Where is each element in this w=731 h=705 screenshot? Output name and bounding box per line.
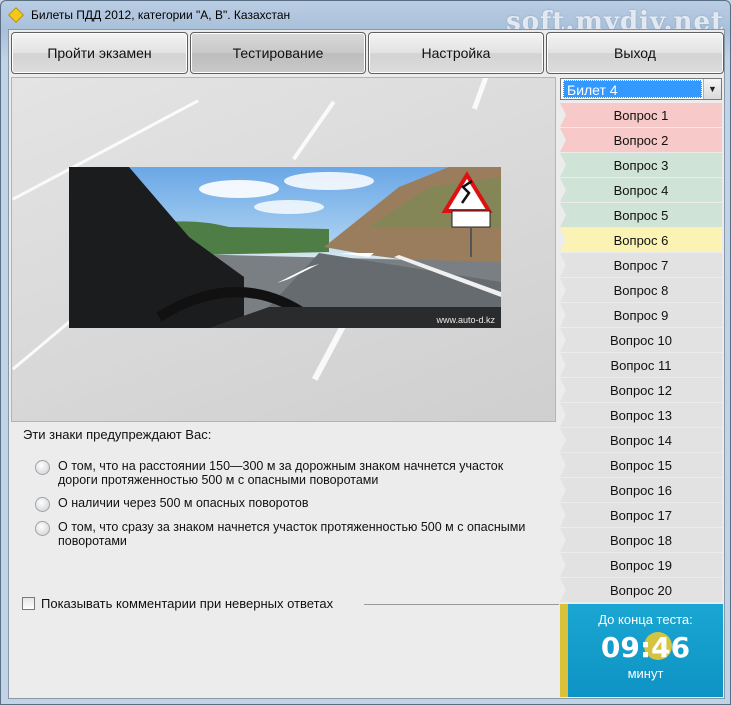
question-list-item[interactable]: Вопрос 8 [560, 278, 722, 302]
settings-button[interactable]: Настройка [368, 32, 544, 74]
timer-time: 09:46 [600, 631, 691, 664]
checkbox[interactable] [22, 597, 35, 610]
answer-text: О том, что сразу за знаком начнется учас… [58, 520, 526, 548]
road-scene-image [69, 167, 501, 328]
question-list-item[interactable]: Вопрос 17 [560, 503, 722, 527]
question-list-item[interactable]: Вопрос 11 [560, 353, 722, 377]
show-comments-label: Показывать комментарии при неверных отве… [41, 596, 334, 611]
answer-option-1[interactable]: О том, что на расстоянии 150—300 м за до… [35, 459, 528, 487]
road-marking [292, 100, 336, 161]
exit-button[interactable]: Выход [546, 32, 724, 74]
question-list-item[interactable]: Вопрос 5 [560, 203, 722, 227]
radio-button[interactable] [35, 460, 50, 475]
question-list-item[interactable]: Вопрос 4 [560, 178, 722, 202]
group-divider [364, 604, 559, 605]
question-image-panel: www.auto-d.kz [11, 77, 556, 422]
app-diamond-icon [8, 7, 24, 23]
photo-credit: www.auto-d.kz [436, 315, 495, 325]
exam-button[interactable]: Пройти экзамен [11, 32, 188, 74]
ticket-selected-value: Билет 4 [563, 80, 702, 98]
answer-option-3[interactable]: О том, что сразу за знаком начнется учас… [35, 520, 528, 548]
question-list-item[interactable]: Вопрос 13 [560, 403, 722, 427]
question-list-item[interactable]: Вопрос 7 [560, 253, 722, 277]
question-text: Эти знаки предупреждают Вас: [23, 427, 212, 442]
answer-text: О наличии через 500 м опасных поворотов [58, 496, 309, 510]
question-list-item[interactable]: Вопрос 15 [560, 453, 722, 477]
app-window: Билеты ПДД 2012, категории "А, В". Казах… [0, 0, 731, 705]
timer-panel: До конца теста: 09:46 минут [560, 604, 723, 697]
question-list-item[interactable]: Вопрос 16 [560, 478, 722, 502]
question-list-item[interactable]: Вопрос 14 [560, 428, 722, 452]
radio-button[interactable] [35, 497, 50, 512]
question-list-item[interactable]: Вопрос 6 [560, 228, 722, 252]
question-list-item[interactable]: Вопрос 3 [560, 153, 722, 177]
question-list-item[interactable]: Вопрос 2 [560, 128, 722, 152]
client-area: Пройти экзамен Тестирование Настройка Вы… [8, 29, 725, 699]
radio-button[interactable] [35, 521, 50, 536]
question-list-item[interactable]: Вопрос 12 [560, 378, 722, 402]
answer-text: О том, что на расстоянии 150—300 м за до… [58, 459, 504, 487]
chevron-down-icon[interactable]: ▼ [703, 79, 721, 99]
timer-label: До конца теста: [598, 612, 693, 627]
question-list: Вопрос 1 Вопрос 2 Вопрос 3 Вопрос 4 Вопрос 5… [560, 103, 722, 603]
answer-option-2[interactable]: О наличии через 500 м опасных поворотов [35, 496, 528, 512]
question-list-item[interactable]: Вопрос 19 [560, 553, 722, 577]
road-photo: www.auto-d.kz [69, 167, 501, 328]
question-list-item[interactable]: Вопрос 20 [560, 578, 722, 602]
question-list-item[interactable]: Вопрос 9 [560, 303, 722, 327]
timer-unit: минут [627, 666, 664, 681]
main-menu: Пройти экзамен Тестирование Настройка Вы… [10, 31, 725, 75]
window-title: Билеты ПДД 2012, категории "А, В". Казах… [31, 8, 291, 22]
question-list-item[interactable]: Вопрос 18 [560, 528, 722, 552]
show-comments-checkbox[interactable]: Показывать комментарии при неверных отве… [22, 596, 333, 611]
question-list-item[interactable]: Вопрос 1 [560, 103, 722, 127]
question-list-item[interactable]: Вопрос 10 [560, 328, 722, 352]
road-marking [472, 78, 491, 110]
ticket-dropdown[interactable]: Билет 4 ▼ [560, 78, 722, 100]
testing-button[interactable]: Тестирование [190, 32, 366, 74]
